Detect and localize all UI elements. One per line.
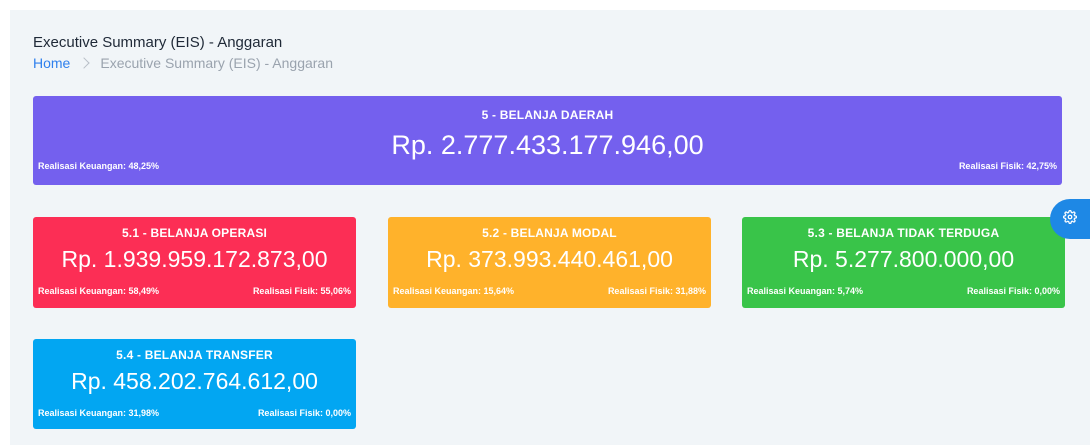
card-amount: Rp. 1.939.959.172.873,00 [61,246,328,272]
card-title: 5.1 - BELANJA OPERASI [121,226,268,240]
card-title: 5 - BELANJA DAERAH [481,108,614,122]
chevron-right-icon [78,57,91,69]
card-belanja-modal[interactable]: 5.2 - BELANJA MODAL Rp. 373.993.440.461,… [388,217,711,308]
card-belanja-tidak-terduga[interactable]: 5.3 - BELANJA TIDAK TERDUGA Rp. 5.277.80… [742,217,1065,308]
card-amount: Rp. 5.277.800.000,00 [792,246,1015,272]
card-belanja-transfer[interactable]: 5.4 - BELANJA TRANSFER Rp. 458.202.764.6… [33,339,356,429]
card-belanja-operasi[interactable]: 5.1 - BELANJA OPERASI Rp. 1.939.959.172.… [33,217,356,308]
card-amount: Rp. 2.777.433.177.946,00 [391,130,704,160]
page-title: Executive Summary (EIS) - Anggaran [33,34,283,51]
settings-button[interactable] [1050,199,1090,239]
realisasi-keuangan: Realisasi Keuangan: 15,64% [393,286,515,296]
summary-card-belanja-daerah[interactable]: 5 - BELANJA DAERAH Rp. 2.777.433.177.946… [33,96,1062,185]
realisasi-keuangan: Realisasi Keuangan: 58,49% [38,286,160,296]
card-title: 5.3 - BELANJA TIDAK TERDUGA [807,226,1000,240]
realisasi-fisik: Realisasi Fisik: 42,75% [958,161,1057,171]
breadcrumb: Home Executive Summary (EIS) - Anggaran [33,55,333,71]
card-amount: Rp. 373.993.440.461,00 [426,246,673,272]
realisasi-fisik: Realisasi Fisik: 31,88% [607,286,706,296]
realisasi-keuangan: Realisasi Keuangan: 31,98% [38,408,160,418]
realisasi-fisik: Realisasi Fisik: 0,00% [257,408,351,418]
gear-icon [1062,209,1078,229]
card-title: 5.2 - BELANJA MODAL [482,226,617,240]
breadcrumb-home-link[interactable]: Home [33,55,70,71]
realisasi-keuangan: Realisasi Keuangan: 48,25% [38,161,160,171]
realisasi-keuangan: Realisasi Keuangan: 5,74% [747,286,864,296]
realisasi-fisik: Realisasi Fisik: 55,06% [252,286,351,296]
realisasi-fisik: Realisasi Fisik: 0,00% [966,286,1060,296]
card-amount: Rp. 458.202.764.612,00 [71,368,318,394]
breadcrumb-current: Executive Summary (EIS) - Anggaran [100,55,334,71]
card-title: 5.4 - BELANJA TRANSFER [116,348,273,362]
